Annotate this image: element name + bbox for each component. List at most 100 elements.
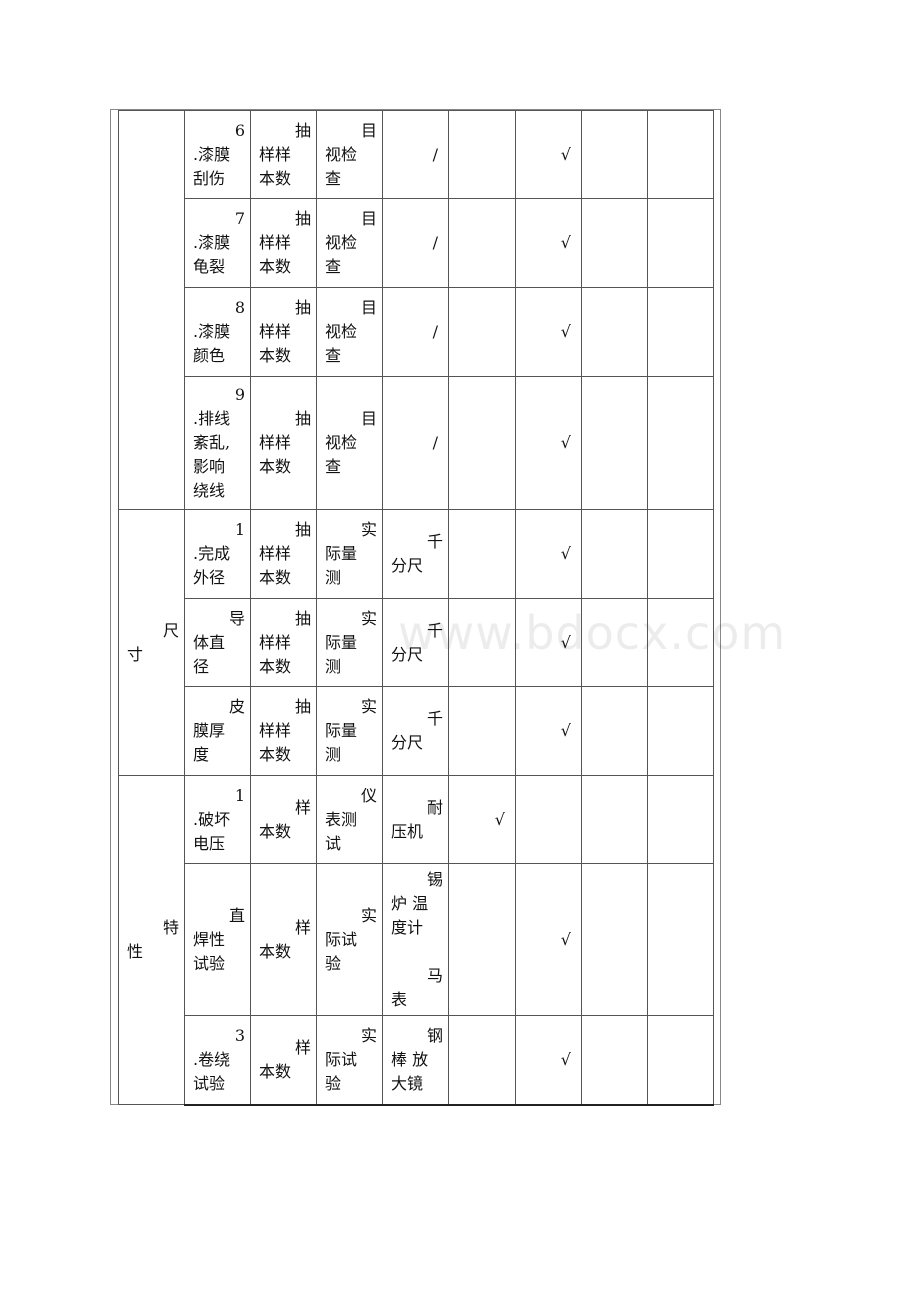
cell-text-line: 性 bbox=[127, 942, 144, 961]
item-cell: 直焊性 试验 bbox=[184, 863, 251, 1016]
cell-text-line: 本数 bbox=[259, 457, 292, 476]
cell-text-line: 本数 bbox=[259, 821, 292, 841]
cell-text-line: 电压 bbox=[193, 833, 226, 853]
sampling-cell: 样本数 bbox=[250, 775, 317, 864]
check-mark-cell bbox=[581, 1015, 648, 1106]
item-cell: 8 .漆膜 颜色 bbox=[184, 287, 251, 377]
cell-text-line: .漆膜 bbox=[193, 144, 231, 164]
cell-text-line: 际量 bbox=[325, 632, 358, 652]
cell-text-line: 际量 bbox=[325, 721, 358, 740]
sampling-cell: 抽样样 本数 bbox=[250, 598, 317, 687]
cell-text-line: 千 bbox=[426, 532, 443, 551]
cell-text-line: 3 bbox=[234, 1025, 245, 1045]
check-mark-cell bbox=[448, 598, 516, 687]
check-mark-cell bbox=[647, 1015, 714, 1106]
cell-text-line: 皮 bbox=[228, 697, 245, 716]
cell-text-line: 实 bbox=[360, 697, 377, 716]
method-cell: 目视检查 bbox=[316, 110, 383, 199]
cell-text-line: 际试 bbox=[325, 1049, 358, 1069]
cell-text-line: 炉 温 bbox=[391, 893, 429, 913]
cell-text-line: 样 bbox=[294, 917, 311, 937]
cell-text-line: 试验 bbox=[193, 953, 226, 973]
method-cell: 目视检查 bbox=[316, 198, 383, 288]
check-mark-cell bbox=[581, 863, 648, 1016]
cell-text-line: 表 bbox=[391, 989, 408, 1009]
cell-text-line: 本数 bbox=[259, 656, 292, 676]
item-cell: 7 .漆膜 龟裂 bbox=[184, 198, 251, 288]
check-mark-cell bbox=[647, 198, 714, 288]
instrument-cell: / bbox=[382, 287, 449, 377]
cell-text-line: 龟裂 bbox=[193, 257, 226, 276]
check-mark-cell bbox=[448, 287, 516, 377]
cell-text-line: .漆膜 bbox=[193, 233, 231, 252]
cell-text-line: 测 bbox=[325, 656, 342, 676]
category-cell: 特性 bbox=[118, 775, 185, 1105]
cell-text-line: 查 bbox=[325, 168, 342, 188]
cell-text-line: 本数 bbox=[259, 1061, 292, 1081]
item-cell: 1 .完成 外径 bbox=[184, 509, 251, 599]
method-cell: 实际试验 bbox=[316, 1015, 383, 1106]
item-cell: 3 .卷绕 试验 bbox=[184, 1015, 251, 1106]
instrument-cell: 钢棒 放大镜 bbox=[382, 1015, 449, 1106]
cell-text-line: 样样 bbox=[259, 721, 292, 740]
cell-text-line: 外径 bbox=[193, 568, 226, 587]
cell-text-line bbox=[391, 940, 443, 964]
cell-text-line: 本数 bbox=[259, 346, 292, 365]
cell-text-line: 查 bbox=[325, 457, 342, 476]
cell-text-line: 6 bbox=[234, 120, 245, 140]
cell-text-line: 抽 bbox=[294, 120, 311, 140]
check-mark-cell bbox=[448, 198, 516, 288]
cell-text-line: 视检 bbox=[325, 322, 358, 341]
cell-text-line: 抽 bbox=[294, 298, 311, 317]
cell-text-line: 样样 bbox=[259, 433, 292, 452]
cell-text-line: .完成 bbox=[193, 544, 231, 563]
cell-text-line: 1 bbox=[234, 785, 245, 805]
cell-text-line: .排线 bbox=[193, 409, 231, 428]
cell-text-line: 本数 bbox=[259, 168, 292, 188]
cell-text-line: 试 bbox=[325, 833, 342, 853]
instrument-cell: / bbox=[382, 198, 449, 288]
cell-text-line: 抽 bbox=[294, 697, 311, 716]
method-cell: 实际试验 bbox=[316, 863, 383, 1016]
sampling-cell: 抽样样 本数 bbox=[250, 198, 317, 288]
instrument-cell: 耐压机 bbox=[382, 775, 449, 864]
cell-text-line: 压机 bbox=[391, 821, 424, 841]
cell-text-line: 抽 bbox=[294, 409, 311, 428]
cell-text-line: 表测 bbox=[325, 809, 358, 829]
cell-text-line: 本数 bbox=[259, 568, 292, 587]
check-mark-cell bbox=[647, 287, 714, 377]
cell-text-line: 目 bbox=[360, 298, 377, 317]
method-cell: 目视检查 bbox=[316, 376, 383, 510]
cell-text-line: 视检 bbox=[325, 433, 358, 452]
cell-text-line: 耐 bbox=[426, 797, 443, 817]
cell-text-line: 膜厚 bbox=[193, 721, 226, 740]
cell-text-line: 尺 bbox=[162, 620, 179, 640]
cell-text-line: 径 bbox=[193, 656, 210, 676]
check-mark-cell bbox=[647, 376, 714, 510]
item-cell: 1 .破坏电压 bbox=[184, 775, 251, 864]
cell-text-line: .破坏 bbox=[193, 809, 231, 829]
table-row: 皮膜厚度抽样样 本数实际量测千分尺 √ bbox=[119, 686, 714, 776]
check-mark-cell bbox=[647, 110, 714, 199]
cell-text-line: .卷绕 bbox=[193, 1049, 231, 1069]
cell-text-line: 体直 bbox=[193, 632, 226, 652]
cell-text-line: 样样 bbox=[259, 233, 292, 252]
cell-text-line: 目 bbox=[360, 409, 377, 428]
cell-text-line: 测 bbox=[325, 568, 342, 587]
cell-text-line: 直 bbox=[228, 905, 245, 925]
cell-text-line: 仪 bbox=[360, 785, 377, 805]
sampling-cell: 样本数 bbox=[250, 1015, 317, 1106]
table-row: 6 .漆膜 刮伤抽样样 本数目视检查 / √ bbox=[118, 110, 714, 510]
instrument-cell: 千分尺 bbox=[382, 598, 449, 687]
check-mark-cell bbox=[448, 110, 516, 199]
cell-text-line: 本数 bbox=[259, 941, 292, 961]
cell-text-line: 影响 bbox=[193, 457, 226, 476]
table-row: 9 .排线 紊乱, 影响 绕线抽样样 本数目视检查 / √ bbox=[119, 376, 714, 510]
method-cell: 实际量测 bbox=[316, 509, 383, 599]
check-mark-cell bbox=[581, 598, 648, 687]
cell-text-line: 样 bbox=[294, 797, 311, 817]
cell-text-line: 马 bbox=[426, 965, 443, 985]
inspection-table: 6 .漆膜 刮伤抽样样 本数目视检查 / √ 7 .漆膜 龟裂抽样样 本数目视检查 / √ 8 .漆膜 颜色… bbox=[118, 110, 714, 1106]
cell-text-line: 本数 bbox=[259, 257, 292, 276]
table-row: 8 .漆膜 颜色抽样样 本数目视检查 / √ bbox=[119, 287, 714, 377]
